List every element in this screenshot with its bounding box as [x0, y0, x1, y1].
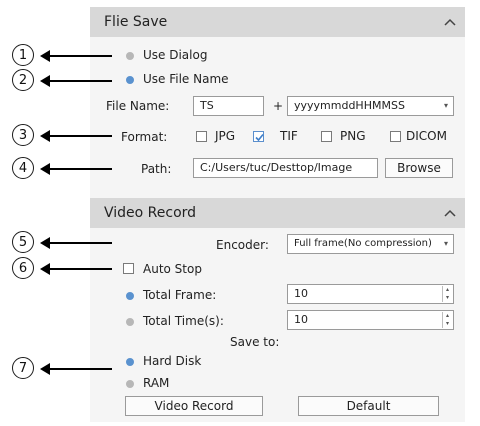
file-save-title: Flie Save [104, 14, 168, 30]
checkmark-icon [255, 133, 264, 142]
plus-sign: + [273, 99, 284, 113]
use-dialog-radio[interactable] [126, 52, 134, 60]
use-file-name-radio[interactable] [126, 76, 134, 84]
browse-button[interactable]: Browse [385, 158, 453, 178]
dropdown-arrow-icon: ▾ [443, 239, 448, 248]
annotation-arrow [40, 50, 112, 62]
annotation-5: 5 [12, 231, 34, 253]
encoder-label: Encoder: [216, 238, 269, 252]
file-name-label: File Name: [106, 99, 170, 113]
video-record-button[interactable]: Video Record [125, 396, 263, 416]
annotation-arrow [40, 363, 112, 375]
chevron-up-icon[interactable] [435, 7, 465, 37]
auto-stop-checkbox[interactable] [123, 263, 134, 274]
ram-label: RAM [143, 376, 170, 390]
video-record-title: Video Record [104, 205, 197, 221]
path-input[interactable]: C:/Users/tuc/Desttop/Image [193, 158, 378, 178]
format-label: Format: [121, 130, 168, 144]
annotation-3: 3 [12, 124, 34, 146]
hard-disk-label: Hard Disk [143, 354, 202, 368]
png-label: PNG [340, 129, 366, 143]
ram-radio[interactable] [126, 380, 134, 388]
total-frame-label: Total Frame: [143, 288, 217, 302]
file-name-input[interactable]: TS [193, 96, 264, 116]
dicom-label: DICOM [406, 129, 447, 143]
dicom-checkbox[interactable] [390, 131, 401, 142]
video-record-header[interactable]: Video Record [90, 198, 465, 228]
date-format-dropdown[interactable]: yyyymmddHHMMSS ▾ [287, 96, 454, 116]
chevron-up-icon[interactable] [435, 198, 465, 228]
use-dialog-label: Use Dialog [143, 48, 208, 62]
total-frame-spinbox[interactable]: 10 ▴ ▾ [287, 284, 454, 304]
spinner-arrows-icon[interactable]: ▴ ▾ [442, 286, 452, 302]
annotation-6: 6 [12, 257, 34, 279]
tif-label: TIF [280, 129, 298, 143]
total-time-spinbox[interactable]: 10 ▴ ▾ [287, 310, 454, 330]
total-time-radio[interactable] [126, 318, 134, 326]
file-save-header[interactable]: Flie Save [90, 7, 465, 37]
default-button[interactable]: Default [298, 396, 439, 416]
annotation-arrow [40, 75, 112, 87]
jpg-label: JPG [215, 129, 236, 143]
use-file-name-label: Use File Name [143, 72, 229, 86]
png-checkbox[interactable] [321, 131, 332, 142]
annotation-arrow [40, 263, 112, 275]
annotation-arrow [40, 130, 112, 142]
save-to-label: Save to: [230, 335, 280, 349]
auto-stop-label: Auto Stop [143, 262, 202, 276]
tif-checkbox[interactable] [253, 131, 264, 142]
jpg-checkbox[interactable] [196, 131, 207, 142]
spinner-arrows-icon[interactable]: ▴ ▾ [442, 312, 452, 328]
path-label: Path: [141, 162, 172, 176]
hard-disk-radio[interactable] [126, 358, 134, 366]
annotation-arrow [40, 237, 112, 249]
annotation-2: 2 [12, 69, 34, 91]
dropdown-arrow-icon: ▾ [443, 101, 448, 110]
annotation-arrow [40, 163, 112, 175]
annotation-1: 1 [12, 44, 34, 66]
total-frame-radio[interactable] [126, 292, 134, 300]
encoder-dropdown[interactable]: Full frame(No compression) ▾ [287, 234, 454, 254]
annotation-7: 7 [12, 357, 34, 379]
annotation-4: 4 [12, 157, 34, 179]
total-time-label: Total Time(s): [143, 314, 224, 328]
